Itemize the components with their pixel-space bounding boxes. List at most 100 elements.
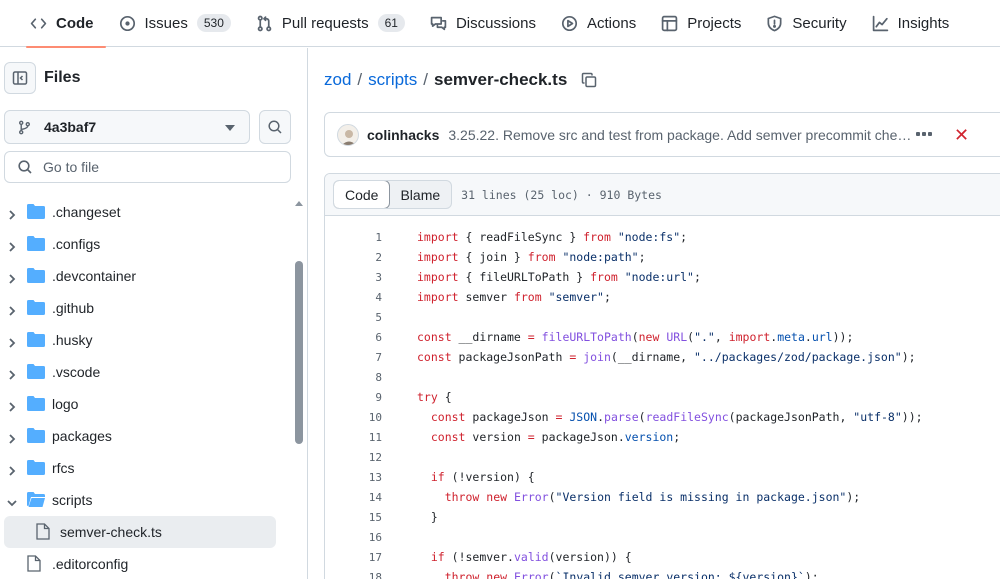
branch-selector-button[interactable]: 4a3baf7 xyxy=(4,110,250,144)
tab-insights[interactable]: Insights xyxy=(860,0,962,47)
tree-item-label: .changeset xyxy=(52,204,121,220)
commit-more-button[interactable] xyxy=(916,132,932,136)
repo-nav: Code Issues 530 Pull requests 61 Discuss… xyxy=(0,0,1000,48)
tab-label: Actions xyxy=(587,14,637,32)
line-source: import { fileURLToPath } from "node:url"… xyxy=(417,270,701,284)
latest-commit-box: colinhacks 3.25.22. Remove src and test … xyxy=(324,112,1000,157)
code-line: 5 xyxy=(325,307,1000,327)
tab-security[interactable]: Security xyxy=(754,0,858,47)
line-source: throw new Error(`Invalid semver version:… xyxy=(444,570,819,579)
tree-item-github[interactable]: .github xyxy=(0,292,292,324)
commit-message[interactable]: 3.25.22. Remove src and test from packag… xyxy=(448,127,913,143)
search-icon xyxy=(268,120,282,134)
tab-label: Insights xyxy=(897,14,950,32)
tree-item-configs[interactable]: .configs xyxy=(0,228,292,260)
line-number[interactable]: 11 xyxy=(325,431,382,444)
line-number[interactable]: 8 xyxy=(325,371,382,384)
tree-item-packages[interactable]: packages xyxy=(0,420,292,452)
line-number[interactable]: 10 xyxy=(325,411,382,424)
tab-issues[interactable]: Issues 530 xyxy=(107,0,243,47)
go-to-file-input[interactable]: Go to file xyxy=(4,151,291,183)
code-line: 2 import { join } from "node:path"; xyxy=(325,247,1000,267)
blame-view-button[interactable]: Blame xyxy=(389,181,451,208)
tree-item-label: semver-check.ts xyxy=(60,524,162,540)
chevron-right-icon xyxy=(7,431,17,444)
code-body[interactable]: 1 import { readFileSync } from "node:fs";… xyxy=(325,216,1000,579)
file-tree-scrollbar[interactable] xyxy=(293,196,306,579)
line-number[interactable]: 6 xyxy=(325,331,382,344)
line-number[interactable]: 14 xyxy=(325,491,382,504)
code-line: 10 const packageJson = JSON.parse(readFi… xyxy=(325,407,1000,427)
file-icon xyxy=(36,523,50,540)
actions-play-icon xyxy=(561,15,578,31)
code-line: 6 const __dirname = fileURLToPath(new URL… xyxy=(325,327,1000,347)
chevron-right-icon xyxy=(7,303,17,316)
close-icon[interactable]: ✕ xyxy=(954,125,969,146)
collapse-sidebar-button[interactable] xyxy=(4,62,36,94)
tab-code[interactable]: Code xyxy=(18,0,106,48)
tree-item-label: .devcontainer xyxy=(52,268,137,284)
line-number[interactable]: 18 xyxy=(325,571,382,579)
avatar[interactable] xyxy=(337,123,359,146)
code-icon xyxy=(30,17,47,29)
file-tree-sidebar: Files 4a3baf7 Go to file .changeset .con… xyxy=(0,48,308,579)
tree-item-vscode[interactable]: .vscode xyxy=(0,356,292,388)
line-number[interactable]: 17 xyxy=(325,551,382,564)
search-files-button[interactable] xyxy=(259,110,291,144)
tree-item-devcontainer[interactable]: .devcontainer xyxy=(0,260,292,292)
tree-item-label: .vscode xyxy=(52,364,101,380)
line-number[interactable]: 3 xyxy=(325,271,382,284)
line-number[interactable]: 7 xyxy=(325,351,382,364)
shield-icon xyxy=(767,15,782,31)
go-to-file-placeholder: Go to file xyxy=(43,159,100,175)
line-number[interactable]: 4 xyxy=(325,291,382,304)
tree-item-logo[interactable]: logo xyxy=(0,388,292,420)
tab-projects[interactable]: Projects xyxy=(649,0,753,47)
tree-item-label: logo xyxy=(52,396,79,412)
line-number[interactable]: 5 xyxy=(325,311,382,324)
discussions-icon xyxy=(430,16,447,30)
chevron-right-icon xyxy=(7,367,17,380)
folder-icon xyxy=(27,268,45,283)
chevron-right-icon xyxy=(7,399,17,412)
breadcrumb-repo-link[interactable]: zod xyxy=(324,70,351,90)
copy-icon xyxy=(582,72,597,88)
line-number[interactable]: 9 xyxy=(325,391,382,404)
tree-item-label: packages xyxy=(52,428,112,444)
code-line: 16 xyxy=(325,527,1000,547)
tree-item-changeset[interactable]: .changeset xyxy=(0,196,292,228)
copy-path-button[interactable] xyxy=(581,72,597,88)
code-view-button[interactable]: Code xyxy=(334,181,391,208)
tree-item-editorconfig[interactable]: .editorconfig xyxy=(0,548,292,579)
commit-author[interactable]: colinhacks xyxy=(367,127,439,143)
scroll-up-arrow-icon[interactable] xyxy=(295,201,303,206)
folder-icon xyxy=(27,300,45,315)
line-number[interactable]: 2 xyxy=(325,251,382,264)
breadcrumb-current-file: semver-check.ts xyxy=(434,70,568,89)
line-number[interactable]: 15 xyxy=(325,511,382,524)
line-source: throw new Error("Version field is missin… xyxy=(444,490,861,504)
tree-item-rfcs[interactable]: rfcs xyxy=(0,452,292,484)
tab-actions[interactable]: Actions xyxy=(549,0,648,47)
line-number[interactable]: 13 xyxy=(325,471,382,484)
tree-item-husky[interactable]: .husky xyxy=(0,324,292,356)
line-source: import { readFileSync } from "node:fs"; xyxy=(417,230,688,244)
folder-icon xyxy=(27,364,45,379)
breadcrumb-dir-link[interactable]: scripts xyxy=(368,70,417,90)
pull-request-icon xyxy=(257,15,272,31)
line-number[interactable]: 12 xyxy=(325,451,382,464)
tree-item-scripts[interactable]: scripts xyxy=(0,484,292,516)
tab-pull-requests[interactable]: Pull requests 61 xyxy=(244,0,417,47)
line-source: } xyxy=(417,510,438,524)
line-number[interactable]: 1 xyxy=(325,231,382,244)
code-line: 17 if (!semver.valid(version)) { xyxy=(325,547,1000,567)
tree-item-semver-check[interactable]: semver-check.ts xyxy=(4,516,276,548)
line-number[interactable]: 16 xyxy=(325,531,382,544)
tab-discussions[interactable]: Discussions xyxy=(418,0,548,47)
file-info: 31 lines (25 loc) · 910 Bytes xyxy=(461,187,662,202)
code-line: 13 if (!version) { xyxy=(325,467,1000,487)
code-line: 7 const packageJsonPath = join(__dirname,… xyxy=(325,347,1000,367)
sidebar-collapse-icon xyxy=(12,71,28,85)
tab-label: Issues xyxy=(144,14,188,32)
scrollbar-thumb[interactable] xyxy=(295,261,303,444)
